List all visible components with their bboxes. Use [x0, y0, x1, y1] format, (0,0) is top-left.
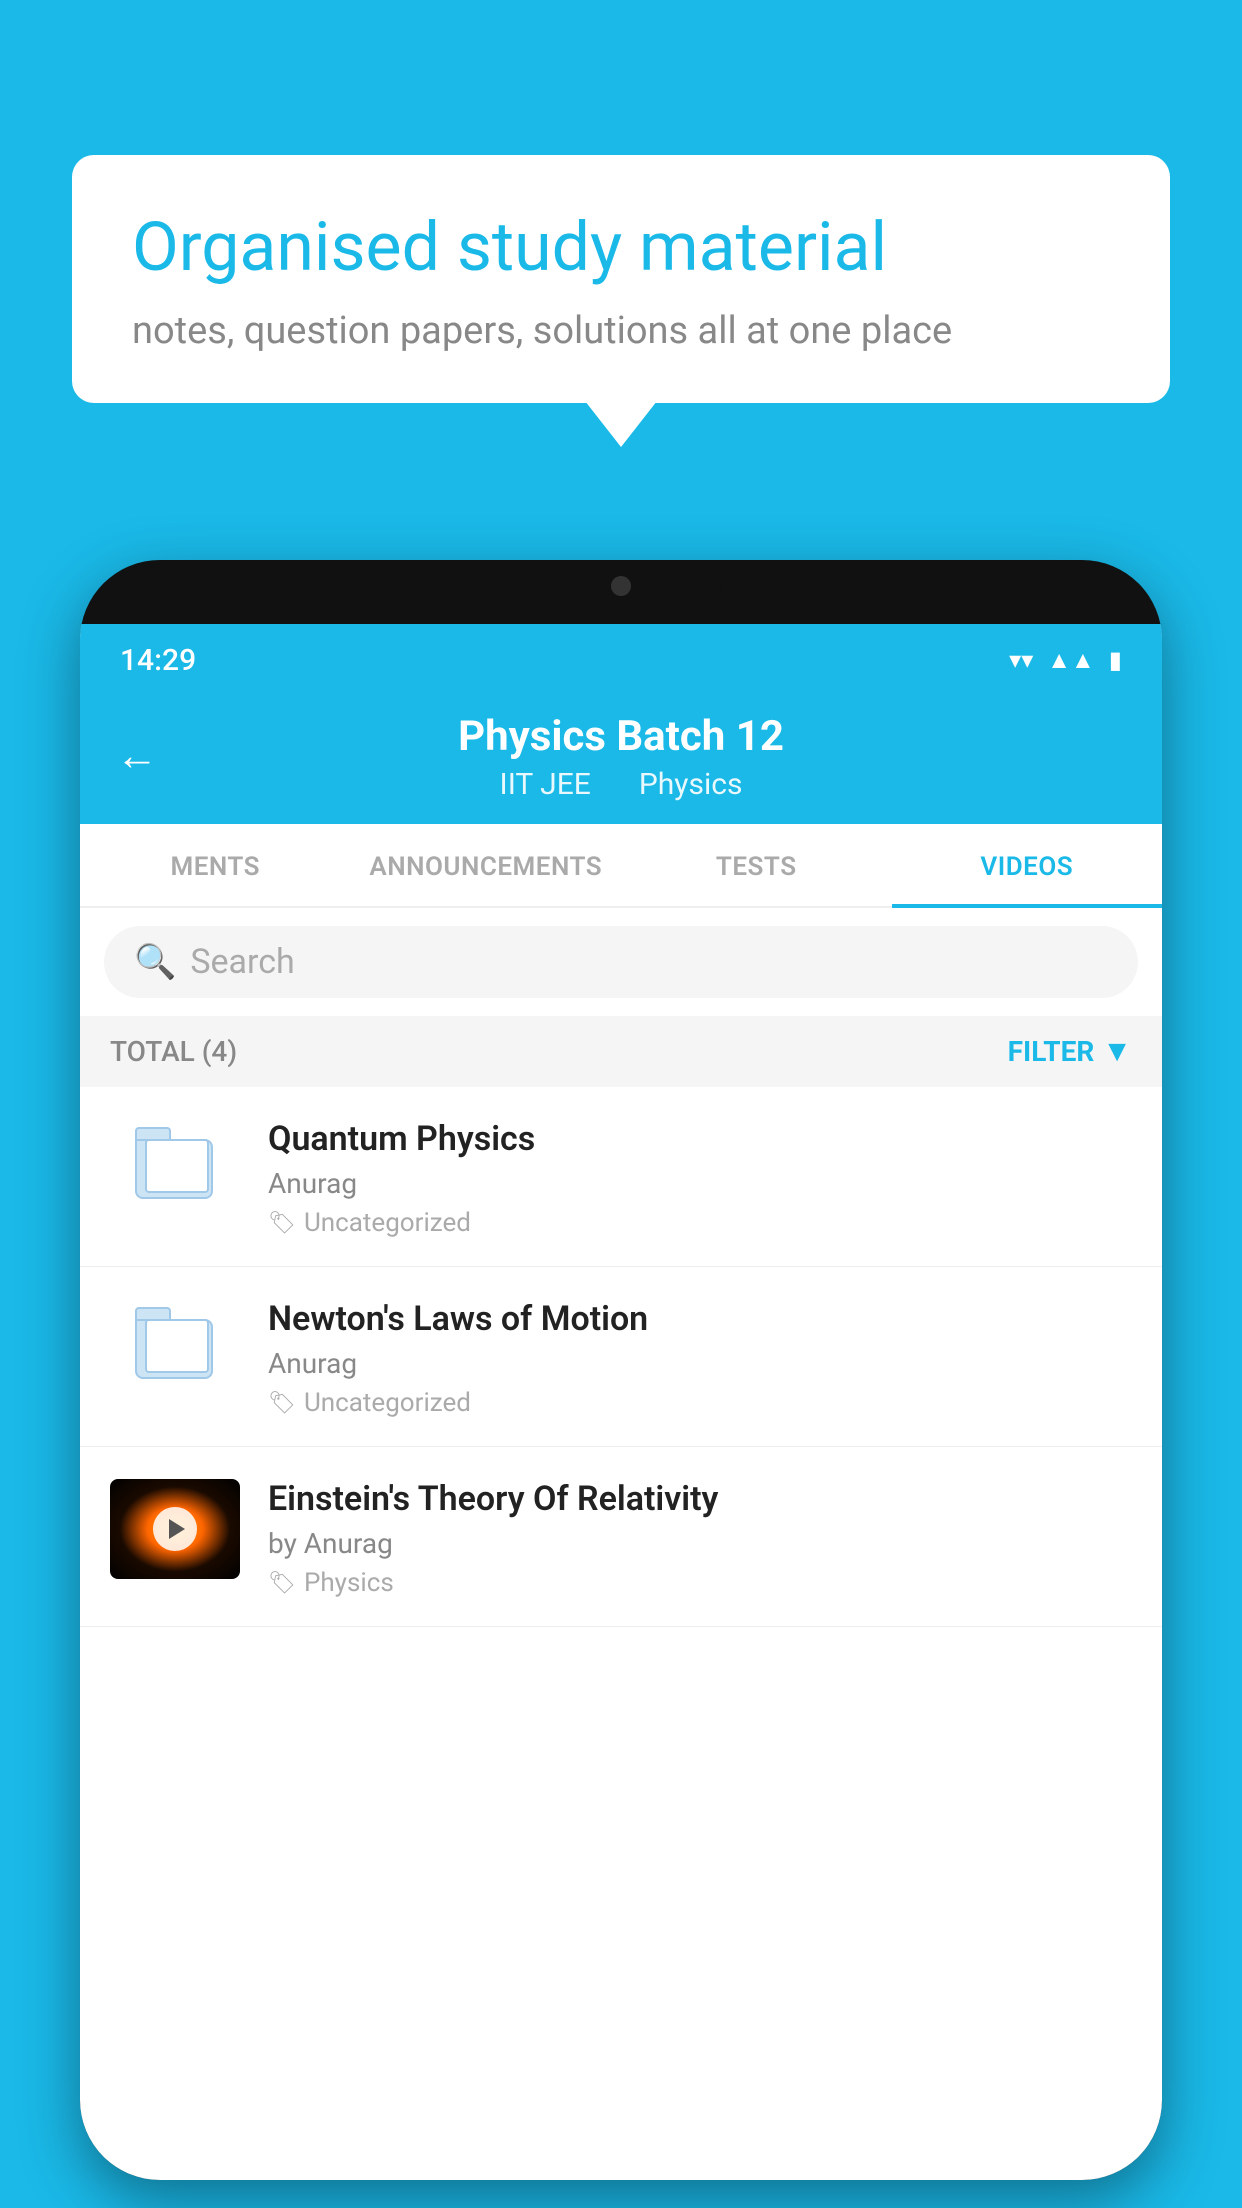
tag-label: Uncategorized — [304, 1388, 471, 1418]
search-bar: 🔍 Search — [80, 908, 1162, 1016]
app-header: ← Physics Batch 12 IIT JEE Physics — [80, 688, 1162, 824]
video-list: Quantum Physics Anurag 🏷 Uncategorized — [80, 1087, 1162, 1627]
filter-row: TOTAL (4) FILTER ▼ — [80, 1016, 1162, 1087]
folder-icon-wrap — [110, 1119, 240, 1199]
status-time: 14:29 — [120, 643, 196, 678]
play-triangle-icon — [169, 1519, 185, 1539]
filter-button[interactable]: FILTER ▼ — [1008, 1034, 1132, 1069]
speech-bubble: Organised study material notes, question… — [72, 155, 1170, 403]
tag-icon: 🏷 — [268, 1571, 296, 1596]
search-input-wrapper[interactable]: 🔍 Search — [104, 926, 1138, 998]
video-title: Quantum Physics — [268, 1119, 1132, 1159]
folder-icon — [135, 1127, 215, 1199]
status-icons: ▾▾ ▲▲ ▮ — [1009, 646, 1122, 675]
status-bar: 14:29 ▾▾ ▲▲ ▮ — [80, 624, 1162, 688]
back-button[interactable]: ← — [116, 732, 158, 781]
search-icon: 🔍 — [134, 942, 176, 982]
folder-icon — [135, 1307, 215, 1379]
search-placeholder: Search — [190, 942, 294, 982]
video-author: Anurag — [268, 1347, 1132, 1380]
tag-icon: 🏷 — [268, 1391, 296, 1416]
list-item[interactable]: Newton's Laws of Motion Anurag 🏷 Uncateg… — [80, 1267, 1162, 1447]
video-info: Einstein's Theory Of Relativity by Anura… — [268, 1479, 1132, 1598]
app-title: Physics Batch 12 — [458, 712, 784, 761]
tab-announcements[interactable]: ANNOUNCEMENTS — [351, 824, 622, 906]
video-info: Newton's Laws of Motion Anurag 🏷 Uncateg… — [268, 1299, 1132, 1418]
video-info: Quantum Physics Anurag 🏷 Uncategorized — [268, 1119, 1132, 1238]
app-subtitle: IIT JEE Physics — [500, 767, 743, 802]
wifi-icon: ▾▾ — [1009, 646, 1033, 674]
video-author: Anurag — [268, 1167, 1132, 1200]
total-count: TOTAL (4) — [110, 1035, 237, 1068]
tab-tests[interactable]: TESTS — [621, 824, 892, 906]
filter-label: FILTER — [1008, 1035, 1095, 1068]
list-item[interactable]: Quantum Physics Anurag 🏷 Uncategorized — [80, 1087, 1162, 1267]
tag-label: Physics — [304, 1568, 394, 1598]
signal-icon: ▲▲ — [1047, 646, 1095, 675]
bubble-subtitle: notes, question papers, solutions all at… — [132, 309, 1110, 353]
tag-label: Uncategorized — [304, 1208, 471, 1238]
camera — [611, 576, 631, 596]
tag-icon: 🏷 — [268, 1211, 296, 1236]
thumb-bg — [110, 1479, 240, 1579]
battery-icon: ▮ — [1109, 646, 1122, 674]
video-title: Einstein's Theory Of Relativity — [268, 1479, 1132, 1519]
video-thumbnail — [110, 1479, 240, 1579]
bubble-title: Organised study material — [132, 207, 1110, 289]
phone-frame: 14:29 ▾▾ ▲▲ ▮ ← Physics Batch 12 IIT JEE… — [80, 560, 1162, 2180]
video-tag: 🏷 Uncategorized — [268, 1208, 1132, 1238]
header-tag-iitjee: IIT JEE — [500, 767, 591, 802]
list-item[interactable]: Einstein's Theory Of Relativity by Anura… — [80, 1447, 1162, 1627]
filter-icon: ▼ — [1102, 1034, 1132, 1069]
header-tag-physics: Physics — [639, 767, 743, 802]
video-title: Newton's Laws of Motion — [268, 1299, 1132, 1339]
tabs-bar: MENTS ANNOUNCEMENTS TESTS VIDEOS — [80, 824, 1162, 908]
play-button[interactable] — [153, 1507, 197, 1551]
video-tag: 🏷 Physics — [268, 1568, 1132, 1598]
video-tag: 🏷 Uncategorized — [268, 1388, 1132, 1418]
tab-videos[interactable]: VIDEOS — [892, 824, 1163, 908]
video-author: by Anurag — [268, 1527, 1132, 1560]
tab-ments[interactable]: MENTS — [80, 824, 351, 906]
folder-icon-wrap — [110, 1299, 240, 1379]
phone-screen: 14:29 ▾▾ ▲▲ ▮ ← Physics Batch 12 IIT JEE… — [80, 624, 1162, 2180]
notch — [521, 560, 721, 612]
